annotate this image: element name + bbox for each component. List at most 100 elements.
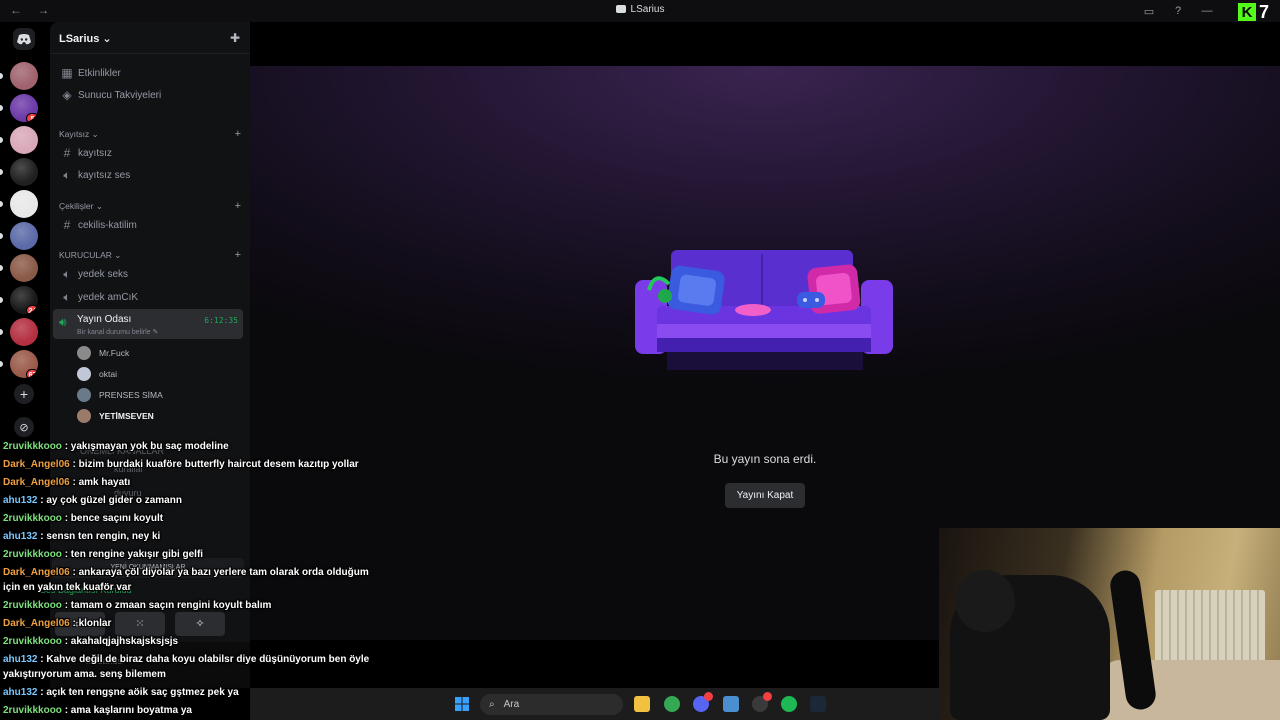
unread-pill (0, 137, 3, 143)
window-title: LSarius (0, 4, 1280, 15)
chat-text: : Kahve değil de biraz daha koyu olabils… (3, 654, 370, 680)
channel-yedek-amcik[interactable]: 🔈︎ yedek amCıK (58, 287, 244, 307)
channel-kayitsiz[interactable]: # kayıtsız (58, 143, 244, 163)
channel-yedek-amcik-label: yedek amCıK (78, 291, 139, 303)
server-icon[interactable] (10, 222, 38, 250)
window-title-text: LSarius (630, 4, 665, 15)
spotify-icon[interactable] (781, 696, 797, 712)
channel-kayitsiz-ses-label: kayıtsız ses (78, 169, 131, 181)
discord-home-icon[interactable] (13, 28, 35, 50)
inbox-icon[interactable]: ▭ (1138, 0, 1160, 22)
minimize-button[interactable]: — (1196, 0, 1218, 22)
channel-cekilis[interactable]: # cekilis-katilim (58, 215, 244, 235)
explore-icon[interactable]: ⊘ (14, 417, 34, 437)
steam-icon[interactable] (810, 696, 826, 712)
chat-text: : klonlar (72, 618, 112, 629)
chat-text: : açık ten rengşne aöik saç gştmez pek y… (40, 687, 239, 698)
server-icon[interactable] (10, 158, 38, 186)
boost-icon: ◈ (62, 88, 72, 102)
app-window-icon[interactable] (723, 696, 739, 712)
chat-text: : akahalqjajhskajsksjsjs (64, 636, 179, 647)
chat-message: ahu132 : sensn ten rengin, ney ki (3, 528, 373, 546)
taskbar-search[interactable]: ⌕ Ara (480, 694, 623, 715)
guild-header[interactable]: LSarius ⌄ ✚ (50, 22, 250, 54)
channel-status-text: Bir kanal durumu belirle (77, 329, 151, 336)
unread-pill (0, 361, 3, 367)
chevron-down-icon: ⌄ (102, 33, 112, 45)
category-kurucular-label: KURUCULAR (59, 250, 112, 260)
help-icon[interactable]: ? (1167, 0, 1189, 22)
stream-ended-text: Bu yayın sona erdi. (713, 452, 817, 466)
voice-user[interactable]: YETİMSEVEN (77, 407, 154, 425)
voice-user[interactable]: PRENSES SİMA (77, 386, 163, 404)
chat-username: 2ruvikkkooo (3, 549, 62, 560)
invite-icon[interactable]: ✚ (230, 31, 240, 45)
chat-message: Dark_Angel06 : bizim burdaki kuaföre but… (3, 456, 373, 474)
unread-pill (0, 329, 3, 335)
voice-user-name: YETİMSEVEN (99, 411, 154, 421)
server-icon[interactable]: 67 (10, 350, 38, 378)
server-icon[interactable] (10, 254, 38, 282)
discord-logo-icon (17, 33, 31, 44)
chat-text: : ten rengine yakışır gibi gelfi (64, 549, 204, 560)
chat-message: 2ruvikkkooo : ama kaşlarını boyatma ya (3, 702, 373, 720)
add-channel-icon[interactable]: + (235, 200, 241, 212)
add-channel-icon[interactable]: + (235, 128, 241, 140)
speaker-icon: 🔈︎ (63, 289, 71, 304)
server-icon[interactable] (10, 190, 38, 218)
chat-message: Dark_Angel06 : amk hayatı (3, 474, 373, 492)
category-kayitsiz[interactable]: Kayıtsız ⌄ + (59, 127, 241, 141)
category-kayitsiz-label: Kayıtsız (59, 129, 90, 139)
chat-message: 2ruvikkkooo : ten rengine yakışır gibi g… (3, 546, 373, 564)
channel-yayin-odasi[interactable]: 🔊︎ Yayın Odası Bir kanal durumu belirle … (53, 309, 243, 339)
webcam-radiator (1155, 590, 1265, 670)
webcam-head (955, 570, 1015, 632)
add-channel-icon[interactable]: + (235, 249, 241, 261)
avatar (77, 346, 91, 360)
hash-icon: # (63, 218, 71, 232)
chat-text: : bence saçını koyult (64, 513, 164, 524)
avatar (77, 388, 91, 402)
channel-kayitsiz-ses[interactable]: 🔈︎ kayıtsız ses (58, 165, 244, 185)
channel-status[interactable]: Bir kanal durumu belirle ✎ (77, 328, 158, 336)
mention-badge: 5 (26, 113, 38, 122)
channel-yedek-seks[interactable]: 🔈︎ yedek seks (58, 264, 244, 284)
chat-username: 2ruvikkkooo (3, 513, 62, 524)
events-item[interactable]: ▦ Etkinlikler (58, 63, 244, 83)
category-kurucular[interactable]: KURUCULAR ⌄ + (59, 248, 241, 262)
chrome-icon[interactable] (664, 696, 680, 712)
chat-overlay: 2ruvikkkooo : yakışmayan yok bu saç mode… (3, 438, 373, 720)
voice-user[interactable]: oktai (77, 365, 117, 383)
chat-username: ahu132 (3, 654, 38, 665)
discord-icon[interactable] (693, 692, 713, 712)
obs-icon[interactable] (752, 692, 772, 712)
unread-pill (0, 105, 3, 111)
category-cekilisler[interactable]: Çekilişler ⌄ + (59, 199, 241, 213)
boosts-item[interactable]: ◈ Sunucu Takviyeleri (58, 85, 244, 105)
chat-username: 2ruvikkkooo (3, 600, 62, 611)
chat-username: Dark_Angel06 (3, 618, 70, 629)
voice-user-name: oktai (99, 369, 117, 379)
unread-pill (0, 233, 3, 239)
file-explorer-icon[interactable] (634, 696, 650, 712)
chat-username: ahu132 (3, 495, 38, 506)
server-icon[interactable] (10, 318, 38, 346)
voice-user[interactable]: Mr.Fuck (77, 344, 129, 362)
voice-user-name: PRENSES SİMA (99, 390, 163, 400)
chat-username: 2ruvikkkooo (3, 705, 62, 716)
windows-start-icon[interactable] (455, 697, 469, 711)
boosts-label: Sunucu Takviyeleri (78, 89, 162, 101)
chat-message: 2ruvikkkooo : akahalqjajhskajsksjsjs (3, 633, 373, 651)
server-icon[interactable] (10, 62, 38, 90)
chat-text: : yakışmayan yok bu saç modeline (64, 441, 229, 452)
close-stream-button[interactable]: Yayını Kapat (725, 483, 805, 508)
server-icon[interactable]: 5 (10, 94, 38, 122)
couch-illustration (635, 250, 893, 370)
server-icon[interactable]: 24 (10, 286, 38, 314)
search-icon: ⌕ (489, 699, 495, 710)
chat-text: : sensn ten rengin, ney ki (40, 531, 161, 542)
server-icon[interactable] (10, 126, 38, 154)
notification-badge (763, 692, 772, 701)
speaker-icon: 🔈︎ (63, 167, 71, 182)
add-server-icon[interactable]: + (14, 384, 34, 404)
